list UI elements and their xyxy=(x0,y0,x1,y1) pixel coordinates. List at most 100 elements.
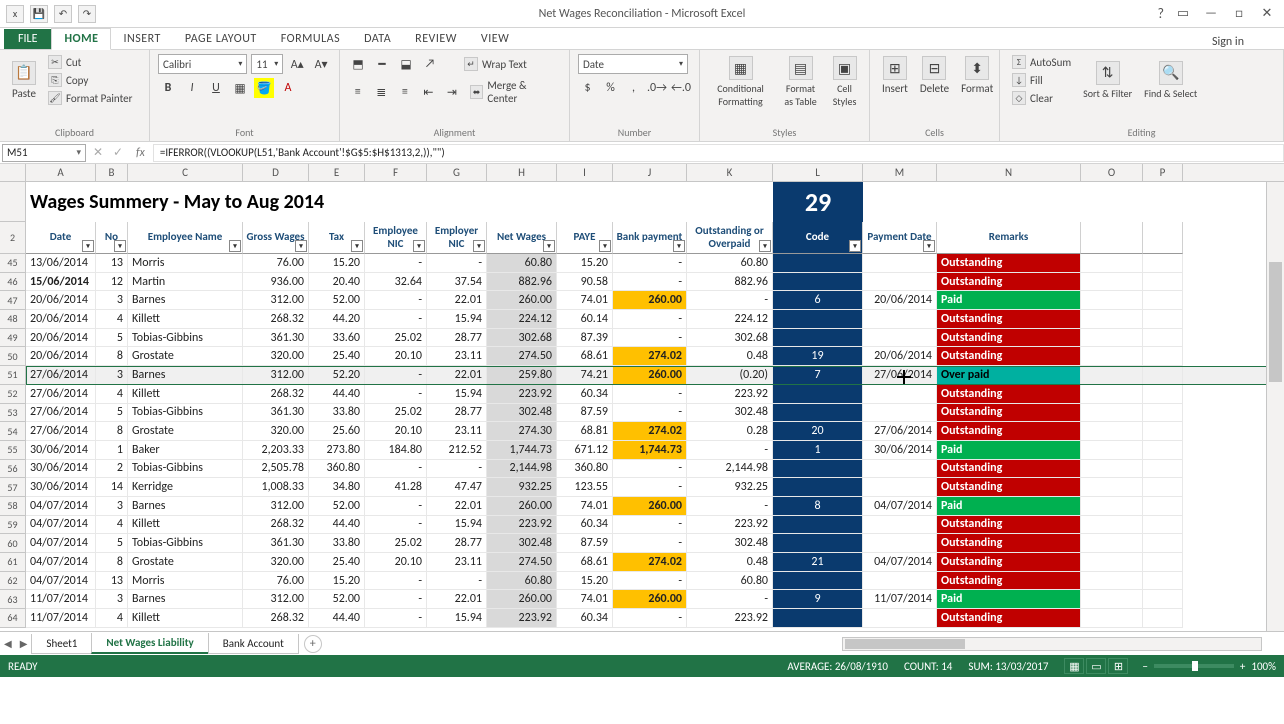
cell[interactable]: - xyxy=(613,516,687,535)
cell[interactable]: - xyxy=(687,497,773,516)
table-row[interactable]: 30/06/20141Baker2,203.33273.80184.80212.… xyxy=(26,441,1284,460)
row-header[interactable] xyxy=(0,182,25,222)
cell[interactable]: 20/06/2014 xyxy=(863,347,937,366)
cell[interactable]: 5 xyxy=(96,534,128,553)
cell[interactable]: 52.00 xyxy=(309,497,365,516)
cells-area[interactable]: Wages Summery - May to Aug 201429Date▾No… xyxy=(26,182,1284,628)
cell[interactable]: Outstanding xyxy=(937,572,1081,591)
cell[interactable]: 671.12 xyxy=(557,441,613,460)
sheet-tab-bank-account[interactable]: Bank Account xyxy=(208,634,299,654)
cell[interactable]: - xyxy=(365,366,427,385)
cell[interactable]: Tobias-Gibbins xyxy=(128,460,243,479)
fx-icon[interactable]: fx xyxy=(128,146,153,160)
filter-icon[interactable]: ▾ xyxy=(229,240,241,252)
cell[interactable]: - xyxy=(365,460,427,479)
cell[interactable]: 932.25 xyxy=(687,478,773,497)
cell[interactable]: 4 xyxy=(96,609,128,628)
tab-page-layout[interactable]: PAGE LAYOUT xyxy=(173,29,269,49)
cell[interactable]: Outstanding xyxy=(937,385,1081,404)
cell[interactable]: 2,505.78 xyxy=(243,460,309,479)
cell[interactable]: 302.68 xyxy=(687,329,773,348)
cell[interactable]: 22.01 xyxy=(427,590,487,609)
cell[interactable]: Tobias-Gibbins xyxy=(128,534,243,553)
cell[interactable]: 28.77 xyxy=(427,534,487,553)
cell[interactable] xyxy=(773,385,863,404)
cell[interactable]: 1,008.33 xyxy=(243,478,309,497)
cell[interactable]: - xyxy=(613,310,687,329)
cell[interactable]: 33.80 xyxy=(309,534,365,553)
header-tax[interactable]: Tax▾ xyxy=(309,222,365,254)
comma-icon[interactable]: , xyxy=(624,78,643,98)
cell[interactable]: 0.48 xyxy=(687,553,773,572)
cell[interactable] xyxy=(1143,291,1183,310)
cell[interactable]: 32.64 xyxy=(365,273,427,292)
cell[interactable]: 90.58 xyxy=(557,273,613,292)
header-P[interactable] xyxy=(1143,222,1183,254)
cell[interactable]: 268.32 xyxy=(243,609,309,628)
cell[interactable]: 7 xyxy=(773,366,863,385)
normal-view-icon[interactable]: ▦ xyxy=(1064,658,1084,674)
cell[interactable]: 274.02 xyxy=(613,553,687,572)
row-header[interactable]: 63 xyxy=(0,590,25,609)
cell[interactable]: - xyxy=(613,572,687,591)
cell[interactable]: - xyxy=(365,254,427,273)
cell[interactable] xyxy=(1081,553,1143,572)
orientation-icon[interactable]: ↗ xyxy=(420,54,440,74)
cell[interactable]: 74.01 xyxy=(557,590,613,609)
cell[interactable]: 2,144.98 xyxy=(687,460,773,479)
table-row[interactable]: 30/06/20142Tobias-Gibbins2,505.78360.80-… xyxy=(26,460,1284,479)
cell[interactable] xyxy=(1143,590,1183,609)
cell[interactable] xyxy=(1081,422,1143,441)
cell[interactable]: 20/06/2014 xyxy=(26,310,96,329)
cell[interactable]: - xyxy=(687,441,773,460)
table-row[interactable]: 20/06/20143Barnes312.0052.00-22.01260.00… xyxy=(26,291,1284,310)
cell[interactable] xyxy=(1081,385,1143,404)
cell[interactable]: 74.01 xyxy=(557,497,613,516)
zoom-in-icon[interactable]: + xyxy=(1240,660,1245,673)
header-gross[interactable]: Gross Wages▾ xyxy=(243,222,309,254)
header-pdate[interactable]: Payment Date▾ xyxy=(863,222,937,254)
cell[interactable] xyxy=(1143,310,1183,329)
cell[interactable]: 74.01 xyxy=(557,291,613,310)
italic-button[interactable]: I xyxy=(182,78,202,98)
cell[interactable]: 12 xyxy=(96,273,128,292)
cell[interactable]: 27/06/2014 xyxy=(863,366,937,385)
row-header[interactable]: 49 xyxy=(0,329,25,348)
filter-icon[interactable]: ▾ xyxy=(114,240,126,252)
filter-icon[interactable]: ▾ xyxy=(413,240,425,252)
cell[interactable]: 11/07/2014 xyxy=(26,609,96,628)
cell[interactable]: 25.60 xyxy=(309,422,365,441)
cell[interactable] xyxy=(773,516,863,535)
cell[interactable]: 20/06/2014 xyxy=(26,347,96,366)
font-color-button[interactable]: A xyxy=(278,78,298,98)
cell[interactable]: 20.10 xyxy=(365,347,427,366)
cell[interactable]: 3 xyxy=(96,590,128,609)
cell[interactable]: 60.80 xyxy=(687,254,773,273)
cell[interactable]: Tobias-Gibbins xyxy=(128,404,243,423)
vertical-scrollbar[interactable] xyxy=(1266,182,1284,631)
row-header[interactable]: 53 xyxy=(0,404,25,423)
cell[interactable]: Grostate xyxy=(128,347,243,366)
cell[interactable]: Outstanding xyxy=(937,516,1081,535)
cell[interactable]: 52.00 xyxy=(309,291,365,310)
column-header-N[interactable]: N xyxy=(937,164,1081,181)
cell[interactable]: Grostate xyxy=(128,422,243,441)
formula-input[interactable]: =IFERROR((VLOOKUP(L51,'Bank Account'!$G$… xyxy=(153,144,1284,162)
cell[interactable]: 223.92 xyxy=(687,385,773,404)
cell[interactable]: - xyxy=(365,516,427,535)
copy-button[interactable]: ⎘Copy xyxy=(44,72,136,88)
cell[interactable]: 1 xyxy=(773,441,863,460)
cell[interactable]: 223.92 xyxy=(487,385,557,404)
cell[interactable]: 260.00 xyxy=(613,590,687,609)
cell[interactable]: Outstanding xyxy=(937,404,1081,423)
cell[interactable]: 11/07/2014 xyxy=(26,590,96,609)
sheet-tab-net-wages[interactable]: Net Wages Liability xyxy=(91,633,208,654)
column-header-G[interactable]: G xyxy=(427,164,487,181)
cell[interactable]: 25.02 xyxy=(365,329,427,348)
cell[interactable] xyxy=(1143,460,1183,479)
cell[interactable] xyxy=(1081,590,1143,609)
header-code[interactable]: Code▾ xyxy=(773,222,863,254)
cell[interactable]: 25.02 xyxy=(365,534,427,553)
row-header[interactable]: 60 xyxy=(0,534,25,553)
cell[interactable]: 9 xyxy=(773,590,863,609)
